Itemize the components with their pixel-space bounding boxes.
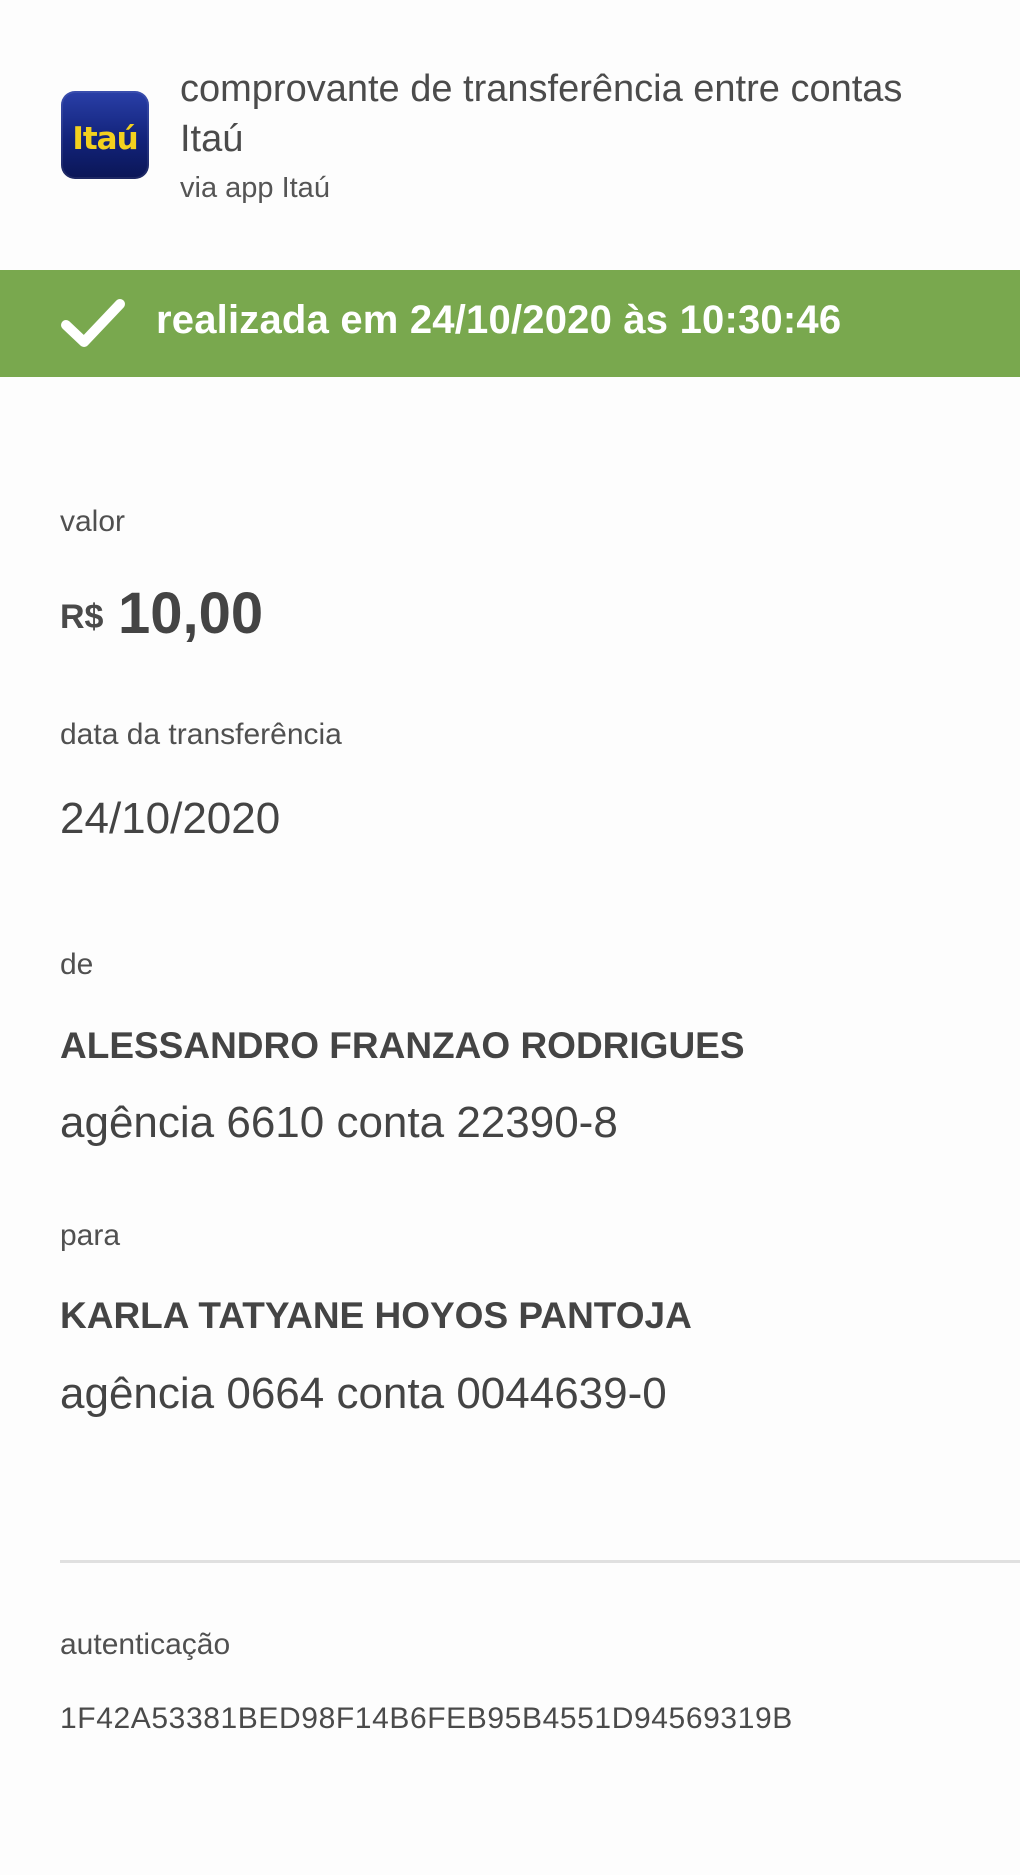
itau-logo: Itaú (61, 91, 149, 179)
logo-text: Itaú (72, 121, 138, 157)
recipient-label: para (60, 1219, 121, 1252)
authentication-code: 1F42A53381BED98F14B6FEB95B4551D94569319B (60, 1702, 793, 1735)
status-text: realizada em 24/10/2020 às 10:30:46 (156, 298, 842, 342)
recipient-account: agência 0664 conta 0044639-0 (60, 1369, 667, 1418)
currency-symbol: R$ (60, 598, 104, 636)
authentication-label: autenticação (60, 1628, 231, 1661)
receipt-title: comprovante de transferência entre conta… (180, 68, 903, 160)
status-banner: realizada em 24/10/2020 às 10:30:46 (0, 270, 1020, 377)
amount-label: valor (60, 505, 126, 538)
receipt-subtitle: via app Itaú (180, 172, 330, 204)
sender-label: de (60, 948, 94, 981)
sender-account: agência 6610 conta 22390-8 (60, 1098, 618, 1147)
amount-value: 10,00 (118, 581, 264, 646)
recipient-name: KARLA TATYANE HOYOS PANTOJA (60, 1295, 692, 1336)
receipt-header: Itaú comprovante de transferência entre … (0, 0, 1020, 270)
sender-name: ALESSANDRO FRANZAO RODRIGUES (60, 1025, 745, 1066)
section-divider (60, 1560, 1020, 1563)
transfer-date-value: 24/10/2020 (60, 794, 281, 843)
transfer-date-label: data da transferência (60, 718, 342, 751)
check-icon (61, 299, 125, 347)
